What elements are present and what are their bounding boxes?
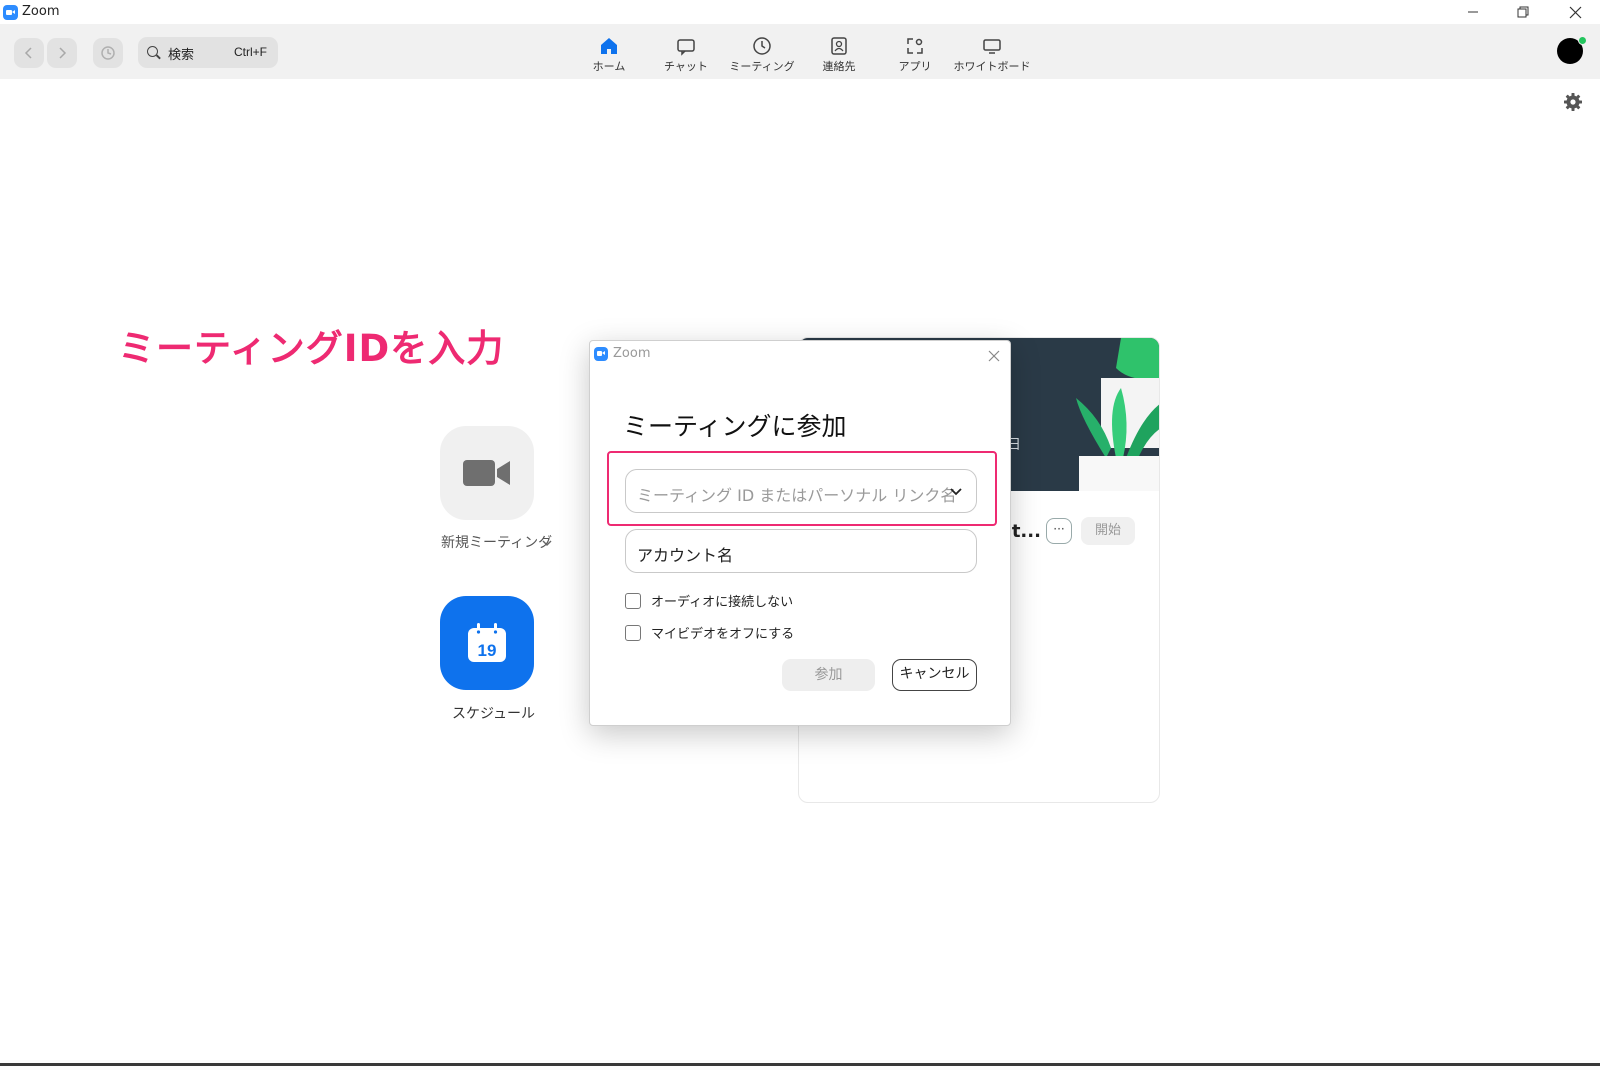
tab-contacts-label: 連絡先 (822, 60, 856, 73)
history-button[interactable] (93, 38, 123, 68)
history-icon (101, 46, 115, 60)
calendar-icon: 19 (468, 623, 506, 662)
calendar-day: 19 (478, 641, 497, 660)
title-bar: Zoom (0, 0, 1600, 24)
account-name-value: アカウント名 (637, 546, 734, 565)
presence-status-icon (1578, 36, 1587, 45)
chevron-right-icon (59, 47, 67, 59)
chevron-left-icon (24, 47, 32, 59)
restore-button[interactable] (1500, 0, 1546, 24)
search-box[interactable]: 検索 Ctrl+F (138, 37, 278, 68)
home-icon (601, 38, 617, 54)
close-window-button[interactable] (1552, 0, 1598, 24)
video-off-option[interactable]: マイビデオをオフにする (625, 623, 794, 642)
video-off-checkbox[interactable] (625, 624, 641, 641)
schedule-label: スケジュール (452, 706, 536, 722)
close-icon (1569, 6, 1581, 18)
restore-icon (1517, 6, 1529, 18)
join-meeting-dialog: Zoom ミーティングに参加 ミーティング ID またはパーソナル リンク名 ア… (589, 340, 1011, 726)
tab-chat[interactable]: チャット (649, 24, 723, 79)
tab-home-label: ホーム (592, 60, 626, 73)
video-off-label: マイビデオをオフにする (651, 627, 795, 642)
start-button[interactable]: 開始 (1081, 517, 1135, 545)
annotation-text: ミーティングIDを入力 (118, 327, 505, 370)
tab-contacts[interactable]: 連絡先 (802, 24, 876, 79)
gear-icon[interactable] (1563, 92, 1583, 112)
cancel-button[interactable]: キャンセル (892, 659, 977, 691)
close-icon (988, 350, 1000, 362)
zoom-logo-icon (3, 5, 18, 20)
plant-illustration (1076, 338, 1159, 491)
forward-button[interactable] (47, 38, 77, 68)
schedule-button[interactable]: 19 (440, 596, 534, 690)
clock-icon (753, 37, 771, 55)
dialog-title: Zoom (613, 346, 651, 361)
apps-icon (907, 38, 923, 54)
video-camera-icon (463, 460, 510, 486)
minimize-button[interactable] (1450, 0, 1496, 24)
chat-icon (677, 39, 695, 56)
tab-meetings[interactable]: ミーティング (725, 24, 799, 79)
dialog-close-button[interactable] (988, 343, 1000, 367)
more-options-button[interactable]: ··· (1046, 518, 1072, 544)
join-button[interactable]: 参加 (782, 659, 875, 691)
window-title: Zoom (22, 4, 60, 19)
main-toolbar: 検索 Ctrl+F ホーム チャット ミーティング 連絡先 アプリ ホワイトボー… (0, 24, 1600, 79)
tab-apps-label: アプリ (898, 60, 932, 73)
new-meeting-button[interactable] (440, 426, 534, 520)
new-meeting-label: 新規ミーティング (441, 535, 553, 551)
search-label: 検索 (168, 48, 195, 63)
no-audio-checkbox[interactable] (625, 592, 641, 609)
search-shortcut: Ctrl+F (234, 45, 267, 59)
chevron-down-icon[interactable] (542, 539, 552, 547)
minimize-icon (1468, 11, 1478, 13)
tab-apps[interactable]: アプリ (878, 24, 952, 79)
chevron-down-icon[interactable] (948, 483, 964, 499)
back-button[interactable] (14, 38, 44, 68)
no-audio-option[interactable]: オーディオに接続しない (625, 591, 793, 610)
meeting-id-input[interactable]: ミーティング ID またはパーソナル リンク名 (625, 469, 977, 513)
account-name-input[interactable]: アカウント名 (625, 529, 977, 573)
whiteboard-icon (983, 39, 1001, 54)
tab-chat-label: チャット (664, 60, 708, 73)
tab-whiteboard-label: ホワイトボード (953, 60, 1031, 73)
no-audio-label: オーディオに接続しない (651, 595, 794, 610)
dialog-heading: ミーティングに参加 (623, 412, 847, 441)
tab-whiteboard[interactable]: ホワイトボード (953, 24, 1031, 79)
zoom-logo-icon (594, 347, 608, 361)
search-icon (147, 46, 158, 57)
tab-home[interactable]: ホーム (572, 24, 646, 79)
contacts-icon (831, 37, 847, 55)
tab-meetings-label: ミーティング (729, 60, 795, 73)
meeting-id-placeholder: ミーティング ID またはパーソナル リンク名 (637, 486, 957, 505)
